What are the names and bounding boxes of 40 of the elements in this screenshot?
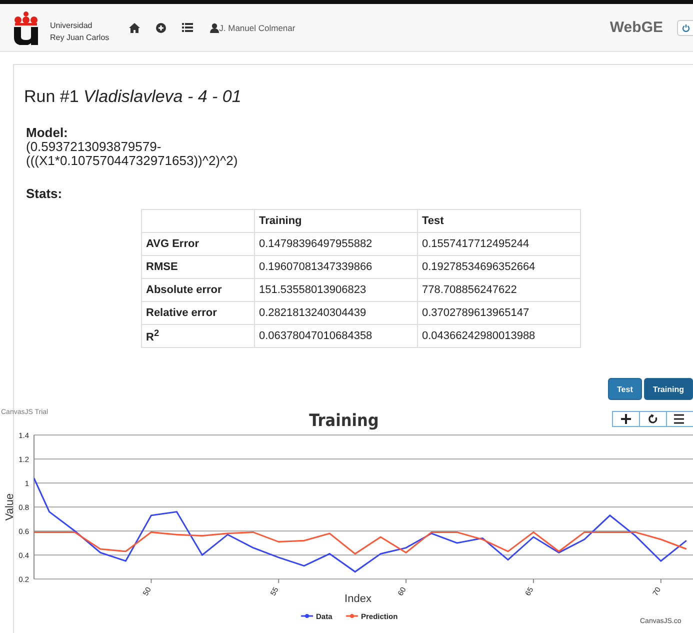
plus-circle-icon[interactable] <box>156 22 166 32</box>
user-link[interactable]: J. Manuel Colmenar <box>210 22 296 32</box>
row-header: Absolute error <box>142 278 254 302</box>
model-label: Model: <box>26 125 69 140</box>
menu-button[interactable] <box>666 411 693 427</box>
x-axis-label: Index <box>344 593 372 605</box>
model-formula: (0.5937213093879579-(((X1*0.10757044732971653))^2)^2) <box>26 140 239 168</box>
y-axis-label: Value <box>4 493 16 521</box>
table-cell: 0.06378047010684358 <box>254 324 418 348</box>
table-cell: 0.14798396497955882 <box>254 232 418 256</box>
list-icon[interactable] <box>182 23 194 32</box>
column-header: Test <box>418 210 580 232</box>
chart-tab[interactable]: Training <box>644 378 693 400</box>
table-cell: 151.53558013906823 <box>254 278 418 302</box>
table-cell: 778.708856247622 <box>418 278 580 302</box>
reset-button[interactable] <box>639 411 667 427</box>
table-cell: 0.19607081347339866 <box>254 256 418 278</box>
power-button[interactable] <box>677 20 693 36</box>
stats-label: Stats: <box>26 186 64 201</box>
table-cell: 0.04366242980013988 <box>418 324 580 348</box>
row-header: AVG Error <box>142 232 254 256</box>
table-cell: 0.2821813240304439 <box>254 302 418 324</box>
university-name: Universidad <box>50 20 94 32</box>
home-icon[interactable] <box>129 22 140 32</box>
chart-tab[interactable]: Test <box>608 378 642 400</box>
app-name[interactable]: WebGE <box>610 19 663 36</box>
university-logo-icon <box>12 10 40 44</box>
row-header: R$^{2}$ <box>142 324 254 348</box>
university-name: Rey Juan Carlos <box>50 32 110 44</box>
user-icon <box>210 22 220 32</box>
pan-button[interactable] <box>612 411 640 427</box>
row-header: Relative error <box>142 302 254 324</box>
run-title: Run #1 Vladislavleva - 4 - 01 <box>24 87 242 107</box>
power-icon <box>682 24 690 32</box>
table-cell: 0.19278534696352664 <box>418 256 580 278</box>
table-cell: 0.3702789613965147 <box>418 302 580 324</box>
row-header: RMSE <box>142 256 254 278</box>
table-cell: 0.1557417712495244 <box>418 232 580 256</box>
column-header: Training <box>254 210 418 232</box>
chart-title: Training <box>309 411 379 431</box>
